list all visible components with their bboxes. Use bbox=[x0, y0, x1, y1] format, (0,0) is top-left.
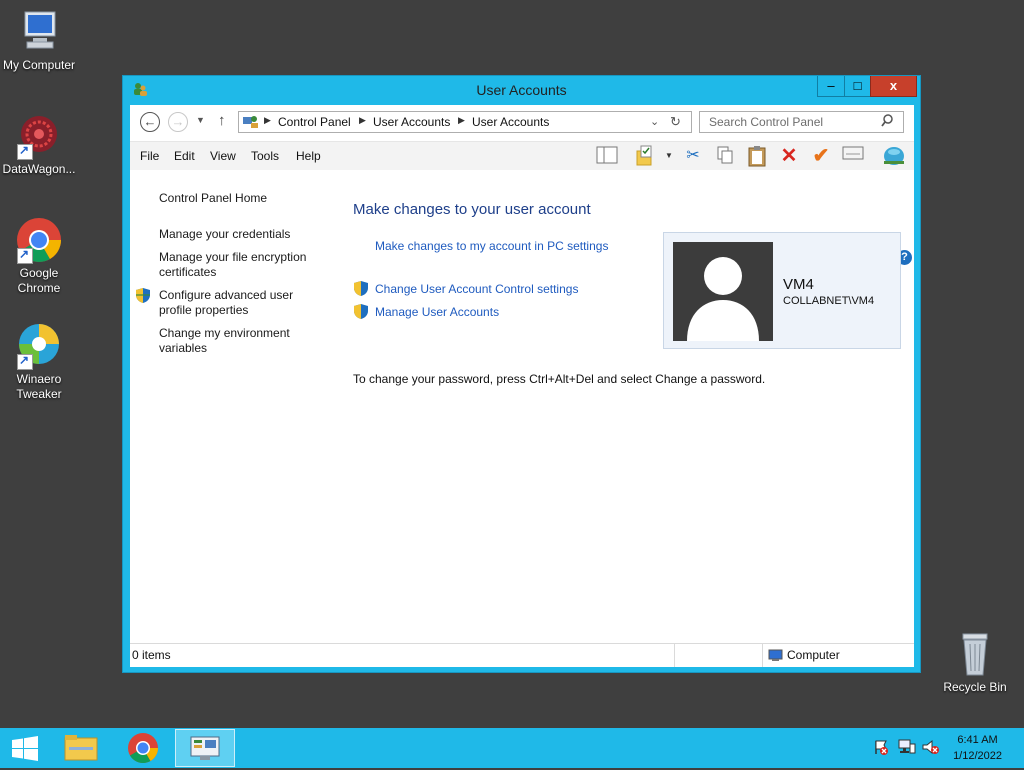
user-name: VM4 bbox=[783, 276, 814, 293]
menu-help[interactable]: Help bbox=[296, 149, 321, 163]
copy-icon[interactable] bbox=[714, 145, 736, 167]
advanced-profile-properties-link[interactable]: Configure advanced user profile properti… bbox=[159, 288, 319, 318]
computer-zone-icon bbox=[768, 649, 783, 665]
window-title: User Accounts bbox=[476, 82, 567, 98]
shortcut-arrow-icon bbox=[17, 247, 33, 264]
taskbar: 6:41 AM 1/12/2022 bbox=[0, 728, 1024, 768]
folder-options-chevron-icon[interactable]: ▼ bbox=[665, 151, 673, 160]
pc-settings-link[interactable]: Make changes to my account in PC setting… bbox=[375, 239, 608, 253]
taskbar-google-chrome[interactable] bbox=[118, 729, 168, 767]
delete-icon[interactable]: ✕ bbox=[778, 145, 800, 167]
status-bar: 0 items Computer bbox=[130, 643, 914, 667]
page-heading: Make changes to your user account bbox=[353, 201, 591, 218]
computer-icon bbox=[15, 8, 63, 56]
shortcut-arrow-icon bbox=[17, 143, 33, 160]
cut-icon[interactable]: ✂ bbox=[682, 145, 704, 167]
desktop-icon-datawagon[interactable]: DataWagon... bbox=[0, 112, 79, 177]
chrome-icon bbox=[15, 216, 63, 264]
paste-icon[interactable] bbox=[746, 145, 768, 167]
desktop-icon-label: DataWagon... bbox=[2, 162, 76, 176]
environment-variables-link[interactable]: Change my environment variables bbox=[159, 326, 319, 356]
manage-encryption-certificates-link[interactable]: Manage your file encryption certificates bbox=[159, 250, 319, 280]
address-bar[interactable]: ▶ Control Panel ▶ User Accounts ▶ User A… bbox=[238, 111, 692, 133]
clock-time: 6:41 AM bbox=[957, 734, 998, 746]
menu-tools[interactable]: Tools bbox=[251, 149, 279, 163]
password-note: To change your password, press Ctrl+Alt+… bbox=[353, 372, 766, 386]
desktop-icon-label: Google Chrome bbox=[17, 266, 61, 295]
up-arrow-icon[interactable]: ↑ bbox=[218, 112, 226, 129]
breadcrumb-separator-icon: ▶ bbox=[359, 115, 366, 125]
globe-icon[interactable] bbox=[882, 145, 904, 167]
control-panel-home-link[interactable]: Control Panel Home bbox=[159, 191, 319, 206]
mail-icon[interactable] bbox=[842, 145, 864, 167]
layout-pane-icon[interactable] bbox=[596, 145, 618, 167]
breadcrumb-control-panel[interactable]: Control Panel bbox=[278, 115, 351, 129]
avatar bbox=[673, 242, 773, 341]
window-client-area: ← → ▼ ↑ ▶ Control Panel ▶ User Accounts … bbox=[130, 105, 914, 667]
desktop-icon-recycle-bin[interactable]: Recycle Bin bbox=[935, 630, 1015, 695]
zone-label: Computer bbox=[787, 648, 840, 662]
properties-check-icon[interactable]: ✔ bbox=[810, 145, 832, 167]
left-task-pane: Control Panel Home Manage your credentia… bbox=[130, 171, 330, 641]
recycle-bin-icon bbox=[951, 630, 999, 678]
search-icon[interactable] bbox=[881, 114, 893, 130]
clock-date: 1/12/2022 bbox=[953, 750, 1002, 762]
breadcrumb-separator-icon: ▶ bbox=[458, 115, 465, 125]
user-domain: COLLABNET\VM4 bbox=[783, 295, 875, 307]
shield-icon bbox=[354, 304, 368, 319]
refresh-icon[interactable]: ↻ bbox=[670, 114, 681, 130]
item-count: 0 items bbox=[132, 648, 171, 662]
chrome-icon bbox=[128, 733, 158, 764]
status-divider bbox=[762, 644, 763, 667]
status-divider bbox=[674, 644, 675, 667]
winaero-tweaker-icon bbox=[15, 322, 63, 370]
shortcut-arrow-icon bbox=[17, 353, 33, 370]
desktop-icon-label: My Computer bbox=[2, 58, 76, 72]
volume-muted-icon[interactable] bbox=[922, 739, 940, 758]
desktop-icon-my-computer[interactable]: My Computer bbox=[0, 8, 79, 73]
taskbar-file-explorer[interactable] bbox=[56, 729, 106, 767]
address-dropdown-chevron-icon[interactable]: ⌄ bbox=[650, 115, 659, 128]
action-center-flag-icon[interactable] bbox=[873, 739, 889, 758]
desktop-icon-google-chrome[interactable]: Google Chrome bbox=[0, 216, 79, 296]
title-bar[interactable]: User Accounts – □ x bbox=[123, 76, 920, 104]
start-button[interactable] bbox=[0, 729, 50, 767]
datawagon-icon bbox=[15, 112, 63, 160]
desktop-icon-winaero-tweaker[interactable]: Winaero Tweaker bbox=[0, 322, 79, 402]
taskbar-control-panel[interactable] bbox=[175, 729, 235, 767]
menu-bar: File Edit View Tools Help ▼ ✂ ✕ ✔ bbox=[130, 142, 914, 170]
clock[interactable]: 6:41 AM 1/12/2022 bbox=[953, 732, 1002, 764]
windows-logo-icon bbox=[12, 736, 38, 761]
main-content: Make changes to your user account Make c… bbox=[353, 171, 908, 641]
close-button[interactable]: x bbox=[870, 76, 917, 97]
desktop-icon-label: Recycle Bin bbox=[943, 680, 1007, 694]
user-accounts-window: User Accounts – □ x ← → ▼ ↑ ▶ Control Pa… bbox=[122, 75, 921, 673]
shield-icon bbox=[354, 281, 368, 296]
recent-pages-chevron-icon[interactable]: ▼ bbox=[196, 115, 205, 125]
menu-file[interactable]: File bbox=[140, 149, 159, 163]
control-panel-icon bbox=[243, 115, 258, 132]
user-tile: VM4 COLLABNET\VM4 bbox=[663, 232, 901, 349]
breadcrumb-separator-icon: ▶ bbox=[264, 115, 271, 125]
forward-button[interactable]: → bbox=[168, 112, 188, 132]
network-icon[interactable] bbox=[898, 739, 916, 758]
maximize-button[interactable]: □ bbox=[844, 76, 871, 97]
search-placeholder: Search Control Panel bbox=[709, 115, 824, 129]
control-panel-icon bbox=[190, 736, 220, 760]
breadcrumb-user-accounts-current[interactable]: User Accounts bbox=[472, 115, 549, 129]
search-input[interactable]: Search Control Panel bbox=[699, 111, 904, 133]
folder-icon bbox=[64, 735, 98, 761]
folder-options-icon[interactable] bbox=[635, 145, 657, 167]
manage-credentials-link[interactable]: Manage your credentials bbox=[159, 227, 319, 242]
breadcrumb-user-accounts[interactable]: User Accounts bbox=[373, 115, 450, 129]
minimize-button[interactable]: – bbox=[817, 76, 845, 97]
menu-edit[interactable]: Edit bbox=[174, 149, 195, 163]
manage-user-accounts-link[interactable]: Manage User Accounts bbox=[375, 305, 499, 319]
shield-icon bbox=[136, 288, 150, 303]
uac-settings-link[interactable]: Change User Account Control settings bbox=[375, 282, 578, 296]
back-button[interactable]: ← bbox=[140, 112, 160, 132]
menu-view[interactable]: View bbox=[210, 149, 236, 163]
navigation-bar: ← → ▼ ↑ ▶ Control Panel ▶ User Accounts … bbox=[130, 105, 914, 142]
desktop-icon-label: Winaero Tweaker bbox=[16, 372, 62, 401]
